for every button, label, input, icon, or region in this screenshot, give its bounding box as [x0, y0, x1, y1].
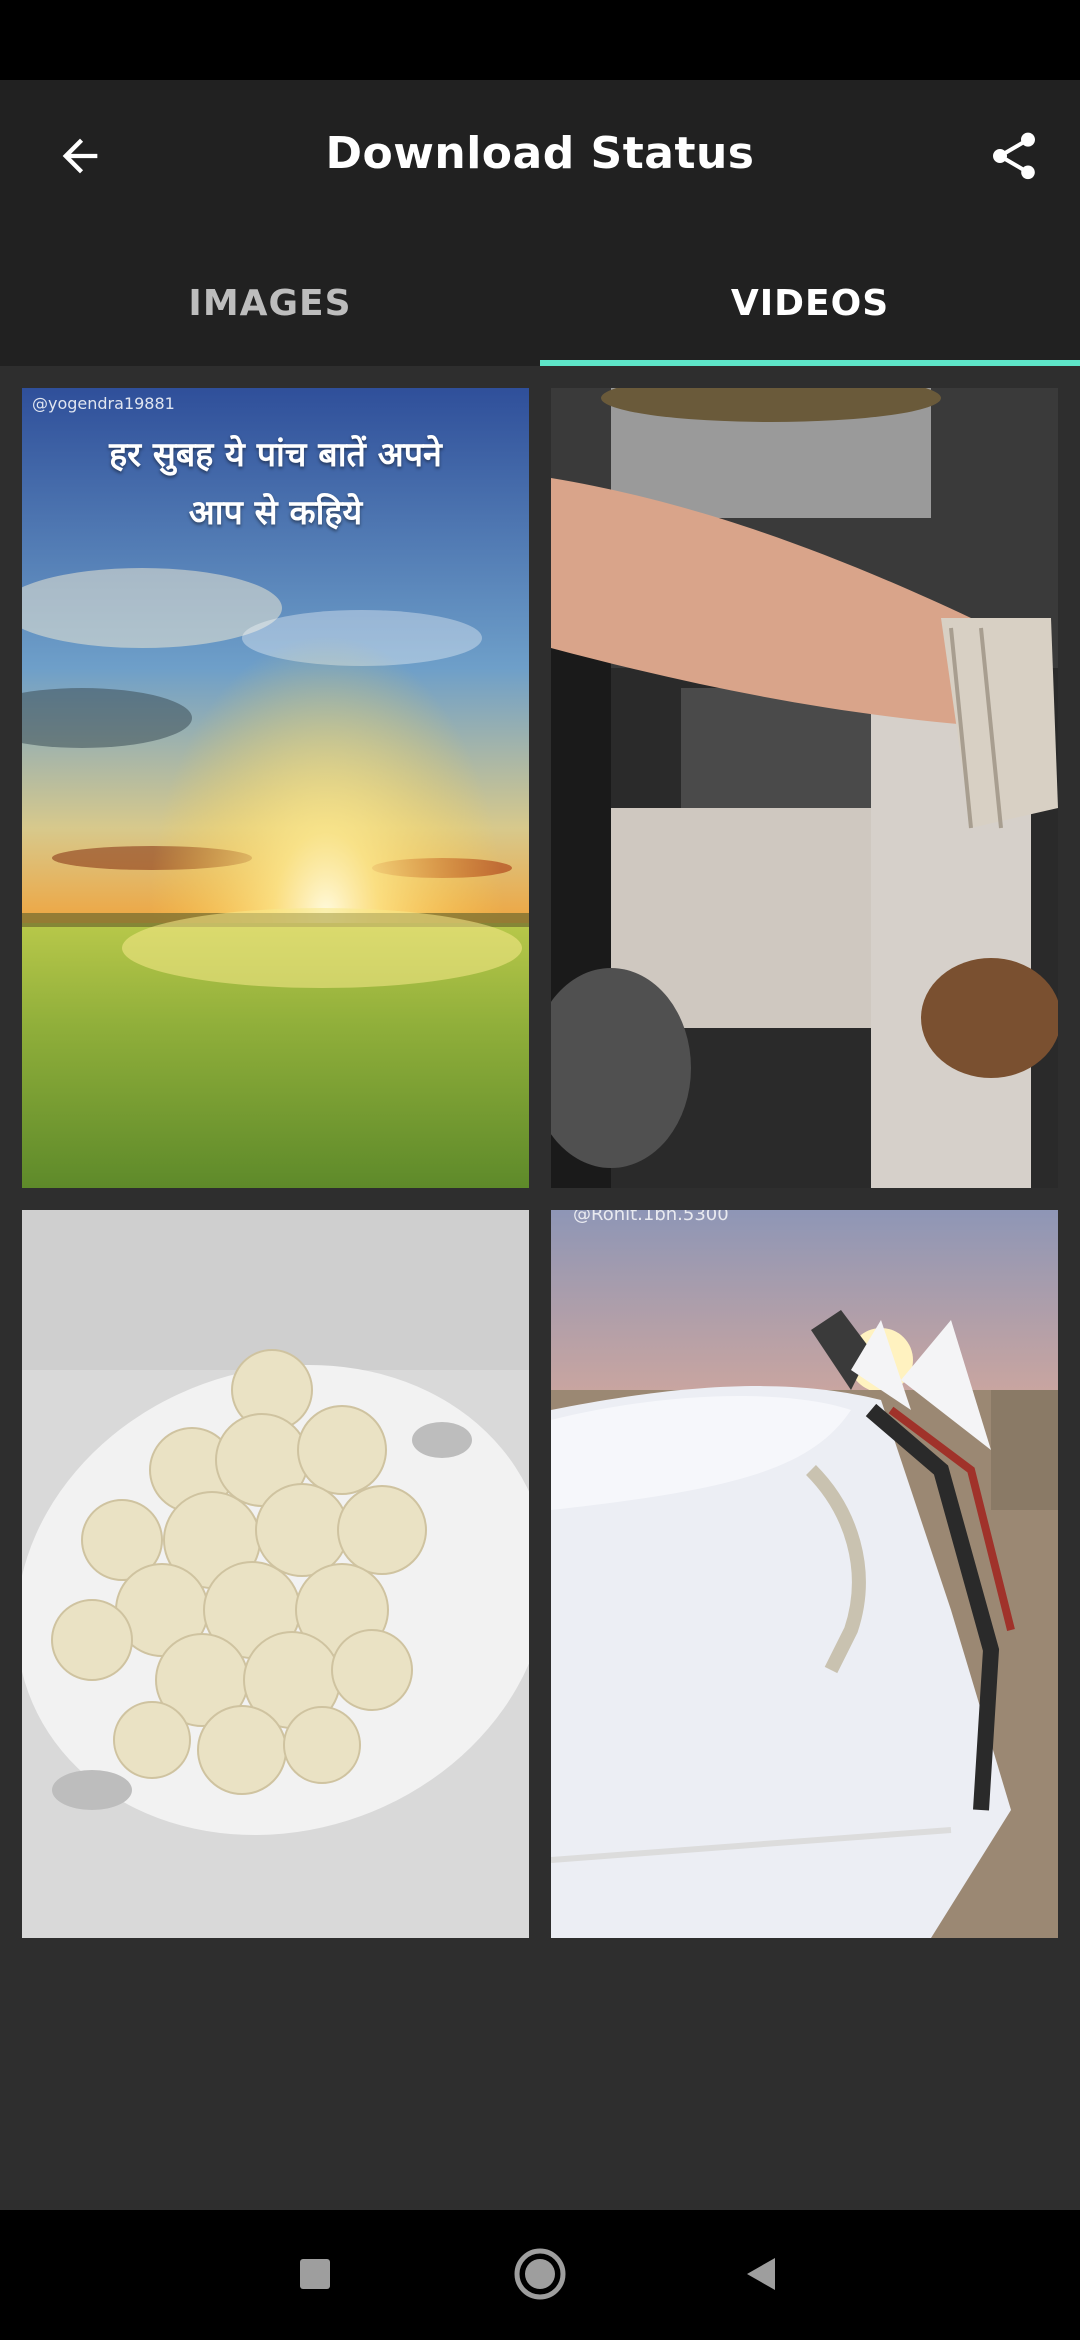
app-bar: Download Status: [0, 80, 1080, 240]
home-button[interactable]: [495, 2234, 585, 2314]
nav-back-button[interactable]: [716, 2234, 806, 2314]
tab-videos[interactable]: VIDEOS: [540, 240, 1080, 366]
status-grid: @yogendra19881 हर सुबह ये पांच बातें अपन…: [22, 388, 1058, 1944]
triangle-back-icon: [747, 2258, 775, 2290]
status-bar: [0, 0, 1080, 80]
tab-images[interactable]: IMAGES: [0, 240, 540, 366]
tab-bar: IMAGES VIDEOS: [0, 240, 1080, 366]
watermark-text: @Rohit.1bn.5300: [573, 1210, 729, 1225]
overlay-text-line2: आप से कहिये: [188, 493, 363, 533]
system-nav-bar: [0, 2210, 1080, 2340]
tab-images-label: IMAGES: [188, 282, 352, 324]
share-icon: [993, 132, 1035, 180]
tab-videos-label: VIDEOS: [730, 282, 890, 324]
horse-image: [551, 1210, 1058, 1938]
tab-selected-indicator: [540, 360, 1080, 366]
square-icon: [300, 2259, 330, 2289]
watermark-text: @yogendra19881: [32, 394, 175, 413]
video-thumbnail-2[interactable]: [551, 388, 1058, 1188]
video-thumbnail-1[interactable]: @yogendra19881 हर सुबह ये पांच बातें अपन…: [22, 388, 529, 1188]
video-thumbnail-3[interactable]: [22, 1210, 529, 1938]
circle-icon: [514, 2248, 566, 2300]
recents-button[interactable]: [270, 2234, 360, 2314]
share-button[interactable]: [974, 116, 1054, 196]
video-thumbnail-4[interactable]: @Rohit.1bn.5300: [551, 1210, 1058, 1938]
page-title: Download Status: [325, 128, 755, 179]
cooking-image: [551, 388, 1058, 1188]
papad-plate-image: [22, 1210, 529, 1938]
overlay-text-line1: हर सुबह ये पांच बातें अपने: [109, 435, 442, 475]
